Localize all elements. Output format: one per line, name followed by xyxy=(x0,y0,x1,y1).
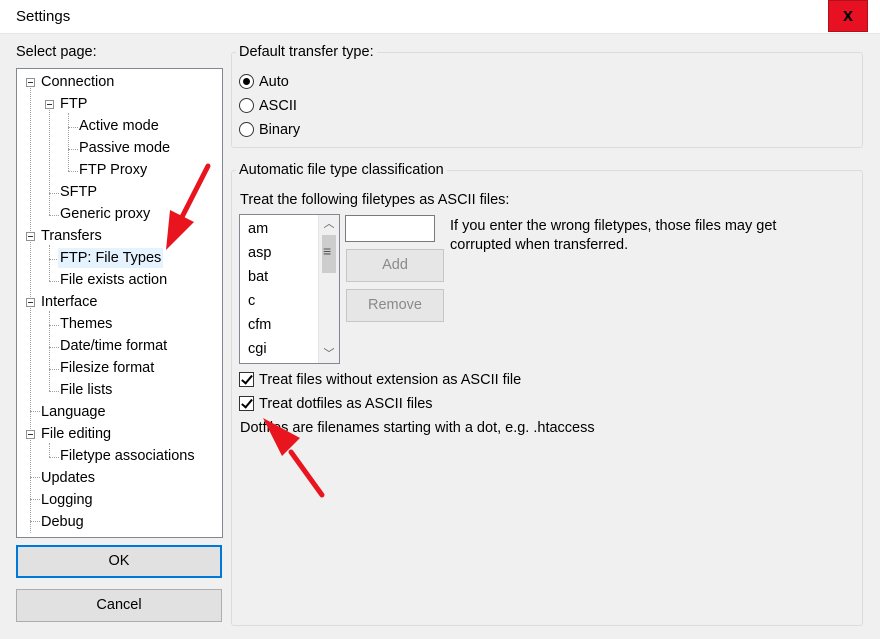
collapse-ftp-icon[interactable] xyxy=(45,100,54,109)
tree-item-connection[interactable]: Connection xyxy=(41,72,114,92)
warning-text-line1: If you enter the wrong filetypes, those … xyxy=(450,218,777,234)
tree-connector xyxy=(49,391,59,392)
settings-page-tree[interactable]: Connection FTP Active mode Passive mode … xyxy=(16,68,223,538)
transfer-type-group xyxy=(231,52,863,148)
tree-connector xyxy=(49,443,50,457)
tree-connector xyxy=(49,369,59,370)
list-item[interactable]: cgi xyxy=(248,341,267,357)
tree-connector xyxy=(49,193,59,194)
filetype-list[interactable]: am asp bat c cfm cgi ︿ ﹀ xyxy=(239,214,340,364)
scrollbar-thumb[interactable] xyxy=(322,235,336,273)
tree-connector xyxy=(68,113,69,171)
tree-item-filesize-format[interactable]: Filesize format xyxy=(60,358,154,378)
list-item[interactable]: cfm xyxy=(248,317,271,333)
select-page-label: Select page: xyxy=(16,44,97,60)
tree-connector xyxy=(30,83,31,533)
tree-item-debug[interactable]: Debug xyxy=(41,512,84,532)
checkmark-icon xyxy=(239,372,254,387)
radio-binary-label: Binary xyxy=(259,122,301,138)
remove-button[interactable]: Remove xyxy=(346,289,444,322)
tree-connector xyxy=(49,347,59,348)
ascii-filetypes-label: Treat the following filetypes as ASCII f… xyxy=(240,192,510,208)
tree-item-filetype-associations[interactable]: Filetype associations xyxy=(60,446,195,466)
radio-auto-label: Auto xyxy=(259,74,289,90)
tree-connector xyxy=(49,325,59,326)
tree-item-active-mode[interactable]: Active mode xyxy=(79,116,159,136)
tree-item-file-editing[interactable]: File editing xyxy=(41,424,111,444)
tree-connector xyxy=(68,127,78,128)
tree-item-logging[interactable]: Logging xyxy=(41,490,93,510)
tree-item-transfers[interactable]: Transfers xyxy=(41,226,102,246)
tree-item-language[interactable]: Language xyxy=(41,402,106,422)
window-title: Settings xyxy=(16,8,71,25)
warning-text-line2: corrupted when transferred. xyxy=(450,237,629,253)
transfer-type-title: Default transfer type: xyxy=(236,44,377,60)
tree-item-file-lists[interactable]: File lists xyxy=(60,380,112,400)
tree-connector xyxy=(49,311,50,391)
scroll-up-icon[interactable]: ︿ xyxy=(319,215,339,233)
tree-item-interface[interactable]: Interface xyxy=(41,292,97,312)
tree-connector xyxy=(68,171,78,172)
list-item[interactable]: c xyxy=(248,293,255,309)
no-extension-label: Treat files without extension as ASCII f… xyxy=(259,372,522,388)
list-item[interactable]: asp xyxy=(248,245,271,261)
tree-connector xyxy=(30,499,40,500)
tree-item-sftp[interactable]: SFTP xyxy=(60,182,97,202)
cancel-button[interactable]: Cancel xyxy=(16,589,222,622)
tree-item-ftp[interactable]: FTP xyxy=(60,94,87,114)
close-button[interactable]: x xyxy=(828,0,868,32)
filetype-list-scrollbar[interactable]: ︿ ﹀ xyxy=(318,215,339,363)
classification-title: Automatic file type classification xyxy=(236,162,447,178)
tree-connector xyxy=(49,105,50,215)
radio-auto-indicator xyxy=(239,74,254,89)
add-button[interactable]: Add xyxy=(346,249,444,282)
tree-connector xyxy=(49,215,59,216)
list-item[interactable]: am xyxy=(248,221,268,237)
tree-connector xyxy=(30,411,40,412)
radio-ascii-label: ASCII xyxy=(259,98,297,114)
dotfiles-note: Dotfiles are filenames starting with a d… xyxy=(240,420,595,436)
radio-binary-indicator xyxy=(239,122,254,137)
scroll-down-icon[interactable]: ﹀ xyxy=(319,345,339,363)
tree-item-file-exists-action[interactable]: File exists action xyxy=(60,270,167,290)
tree-connector xyxy=(30,521,40,522)
tree-item-ftp-file-types[interactable]: FTP: File Types xyxy=(58,248,164,268)
tree-connector xyxy=(68,149,78,150)
checkmark-icon xyxy=(239,396,254,411)
tree-connector xyxy=(30,477,40,478)
tree-item-datetime-format[interactable]: Date/time format xyxy=(60,336,167,356)
new-filetype-input[interactable] xyxy=(345,215,435,242)
tree-item-ftp-proxy[interactable]: FTP Proxy xyxy=(79,160,147,180)
collapse-connection-icon[interactable] xyxy=(26,78,35,87)
dotfiles-label: Treat dotfiles as ASCII files xyxy=(259,396,433,412)
tree-item-passive-mode[interactable]: Passive mode xyxy=(79,138,170,158)
tree-item-updates[interactable]: Updates xyxy=(41,468,95,488)
tree-connector xyxy=(49,281,59,282)
tree-connector xyxy=(49,457,59,458)
collapse-transfers-icon[interactable] xyxy=(26,232,35,241)
tree-item-generic-proxy[interactable]: Generic proxy xyxy=(60,204,150,224)
ok-button[interactable]: OK xyxy=(16,545,222,578)
tree-connector xyxy=(49,245,50,281)
title-bar: Settings x xyxy=(0,0,880,34)
tree-item-themes[interactable]: Themes xyxy=(60,314,112,334)
list-item[interactable]: bat xyxy=(248,269,268,285)
radio-ascii-indicator xyxy=(239,98,254,113)
collapse-file-editing-icon[interactable] xyxy=(26,430,35,439)
collapse-interface-icon[interactable] xyxy=(26,298,35,307)
